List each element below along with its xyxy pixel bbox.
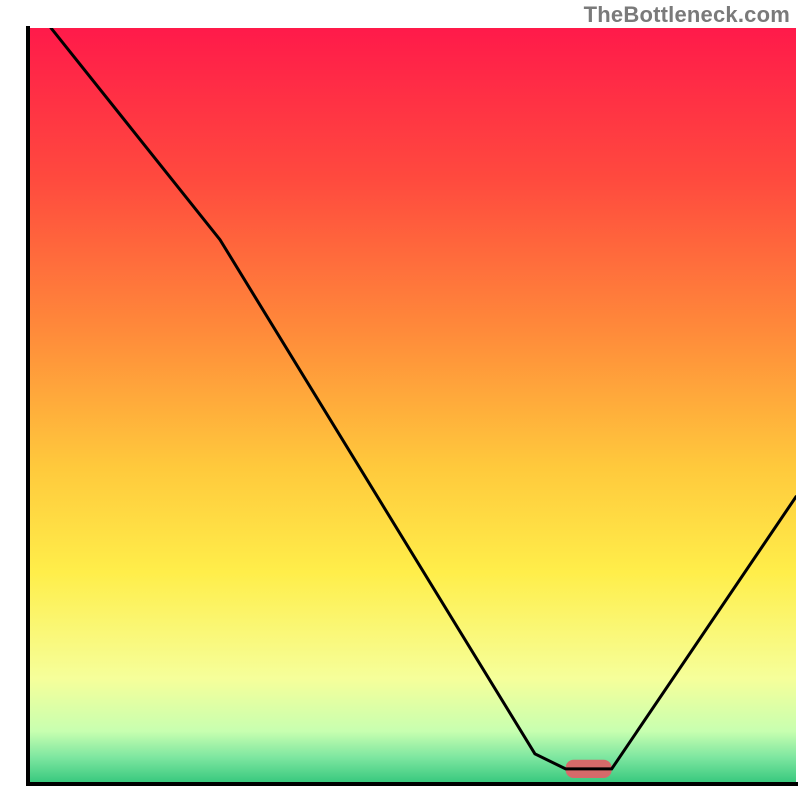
watermark-text: TheBottleneck.com xyxy=(584,2,790,28)
bottleneck-chart: TheBottleneck.com xyxy=(0,0,800,800)
chart-canvas xyxy=(0,0,800,800)
plot-area xyxy=(28,28,796,784)
